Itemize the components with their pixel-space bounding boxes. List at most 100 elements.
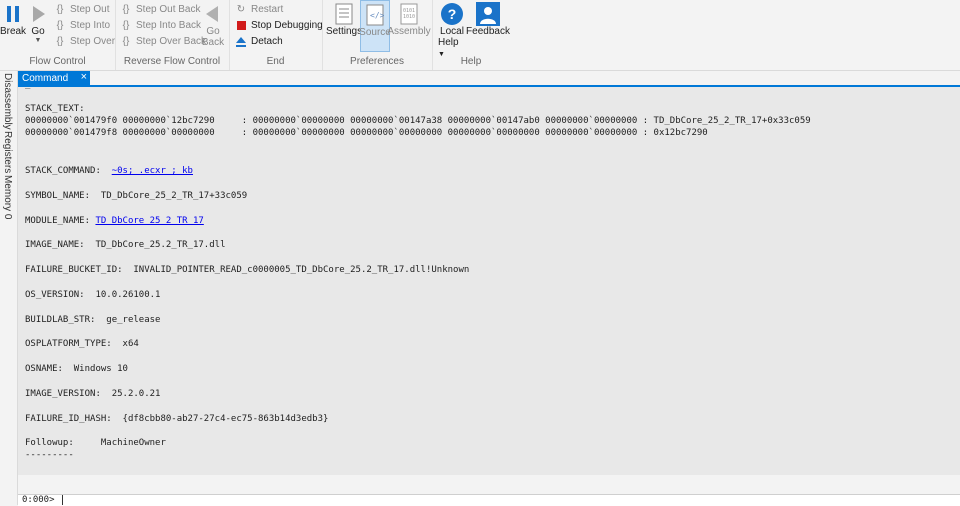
- feedback-icon: [476, 2, 500, 26]
- play-icon: [26, 2, 50, 26]
- local-help-button[interactable]: ? Local Help ▼: [438, 2, 466, 59]
- go-button[interactable]: Go ▼: [28, 2, 48, 44]
- local-help-label-2: Help: [438, 37, 459, 48]
- help-icon: ?: [440, 2, 464, 26]
- assembly-button[interactable]: 0101 1010 Assembly: [387, 2, 431, 37]
- step-over-back-button[interactable]: {} Step Over Back: [120, 34, 206, 49]
- ribbon: Break Go ▼ {} Step Out {} Step Into {} S…: [0, 0, 960, 71]
- tab-command-label: Command: [22, 72, 69, 84]
- pause-icon: [1, 2, 25, 26]
- svg-text:</>: </>: [370, 11, 384, 20]
- feedback-button[interactable]: Feedback: [466, 2, 510, 37]
- tab-command[interactable]: Command ×: [18, 71, 90, 85]
- reverse-flow-group: {} Step Out Back {} Step Into Back {} St…: [115, 0, 230, 70]
- svg-text:1010: 1010: [403, 14, 415, 20]
- side-tab-disassembly[interactable]: Disassembly: [2, 73, 13, 130]
- output-line: OS_VERSION: 10.0.26100.1: [25, 290, 161, 300]
- restart-icon: ↻: [236, 4, 246, 15]
- output-line: IMAGE_NAME: TD_DbCore_25.2_TR_17.dll: [25, 240, 226, 250]
- stack-command-label: STACK_COMMAND:: [25, 166, 112, 176]
- output-line: FAILURE_BUCKET_ID: INVALID_POINTER_READ_…: [25, 265, 470, 275]
- step-into-button[interactable]: {} Step Into: [54, 18, 110, 33]
- side-tab-registers[interactable]: Registers: [2, 131, 13, 173]
- svg-text:?: ?: [448, 6, 457, 22]
- source-label: Source: [359, 27, 391, 38]
- output-line: 00000000`001479f0 00000000`12bc7290 : 00…: [25, 116, 811, 126]
- step-over-back-icon: {}: [122, 36, 130, 47]
- preferences-label: Preferences: [350, 56, 404, 67]
- output-line: FAILURE_ID_HASH: {df8cbb80-ab27-27c4-ec7…: [25, 414, 329, 424]
- back-arrow-icon: [201, 2, 225, 26]
- step-over-icon: {}: [56, 36, 64, 47]
- settings-label: Settings: [325, 26, 363, 37]
- step-over-back-label: Step Over Back: [136, 36, 207, 47]
- step-into-back-label: Step Into Back: [136, 20, 202, 31]
- local-help-label-1: Local: [440, 26, 464, 37]
- restart-button[interactable]: ↻ Restart: [235, 2, 283, 17]
- assembly-icon: 0101 1010: [397, 2, 421, 26]
- settings-icon: [332, 2, 356, 26]
- stop-debugging-button[interactable]: Stop Debugging: [235, 18, 323, 33]
- output-line: IMAGE_VERSION: 25.2.0.21: [25, 389, 161, 399]
- command-prompt: 0:000>: [22, 495, 55, 505]
- break-label: Break: [0, 26, 27, 37]
- output-line: 00000000`001479f8 00000000`00000000 : 00…: [25, 128, 708, 138]
- output-line: STACK_TEXT:: [25, 104, 85, 114]
- step-out-icon: {}: [56, 4, 64, 15]
- side-tab-memory[interactable]: Memory 0: [2, 175, 13, 219]
- command-output[interactable]: _ STACK_TEXT: 00000000`001479f0 00000000…: [18, 87, 960, 475]
- output-line: STACK_COMMAND: ~0s; .ecxr ; kb: [25, 165, 193, 177]
- step-out-label: Step Out: [70, 4, 110, 15]
- step-into-label: Step Into: [70, 20, 111, 31]
- detach-label: Detach: [251, 36, 283, 47]
- preferences-group: Settings </> Source 0101 1010 Assembly Pr…: [322, 0, 433, 70]
- go-back-label-2: Back: [201, 37, 225, 48]
- stop-icon: [235, 20, 247, 32]
- output-line: Followup: MachineOwner: [25, 438, 166, 448]
- step-out-back-icon: {}: [122, 4, 130, 15]
- detach-button[interactable]: Detach: [235, 34, 283, 49]
- output-line: MODULE_NAME: TD_DbCore_25_2_TR_17: [25, 215, 204, 227]
- source-icon: </>: [363, 3, 387, 27]
- restart-label: Restart: [251, 4, 284, 15]
- step-into-back-icon: {}: [122, 20, 130, 31]
- reverse-flow-label: Reverse Flow Control: [123, 56, 221, 67]
- step-out-button[interactable]: {} Step Out: [54, 2, 110, 17]
- module-name-link[interactable]: TD_DbCore_25_2_TR_17: [95, 216, 203, 226]
- chevron-down-icon: ▼: [34, 37, 42, 44]
- step-out-back-button[interactable]: {} Step Out Back: [120, 2, 201, 17]
- output-line: SYMBOL_NAME: TD_DbCore_25_2_TR_17+33c059: [25, 191, 248, 201]
- go-back-button[interactable]: Go Back: [201, 2, 225, 48]
- side-tab-strip: Disassembly Registers Memory 0: [0, 71, 18, 505]
- go-label: Go: [31, 26, 45, 37]
- output-line: ---------: [25, 450, 74, 460]
- detach-icon: [235, 36, 247, 48]
- step-over-label: Step Over: [70, 36, 116, 47]
- output-line: _: [25, 87, 30, 91]
- help-label: Help: [460, 56, 482, 67]
- go-back-label-1: Go: [206, 26, 220, 37]
- stack-command-link[interactable]: ~0s; .ecxr ; kb: [112, 166, 193, 176]
- flow-control-label: Flow Control: [29, 56, 86, 67]
- output-line: OSNAME: Windows 10: [25, 364, 128, 374]
- step-into-back-button[interactable]: {} Step Into Back: [120, 18, 201, 33]
- output-padding: [18, 475, 960, 494]
- end-group: ↻ Restart Stop Debugging Detach End: [229, 0, 323, 70]
- help-group: ? Local Help ▼ Feedback Help: [432, 0, 510, 70]
- feedback-label: Feedback: [466, 26, 510, 37]
- flow-control-group: Break Go ▼ {} Step Out {} Step Into {} S…: [0, 0, 116, 70]
- source-button[interactable]: </> Source: [359, 0, 391, 52]
- output-line: OSPLATFORM_TYPE: x64: [25, 339, 139, 349]
- end-label: End: [266, 56, 285, 67]
- close-icon[interactable]: ×: [81, 71, 87, 83]
- command-line: 0:000>: [18, 494, 960, 506]
- step-out-back-label: Step Out Back: [136, 4, 201, 15]
- step-into-icon: {}: [56, 20, 64, 31]
- break-button[interactable]: Break: [0, 2, 27, 37]
- settings-button[interactable]: Settings: [326, 2, 362, 37]
- command-input[interactable]: [62, 495, 943, 505]
- step-over-button[interactable]: {} Step Over: [54, 34, 115, 49]
- stop-debugging-label: Stop Debugging: [251, 20, 323, 31]
- output-line: BUILDLAB_STR: ge_release: [25, 315, 161, 325]
- module-name-label: MODULE_NAME:: [25, 216, 96, 226]
